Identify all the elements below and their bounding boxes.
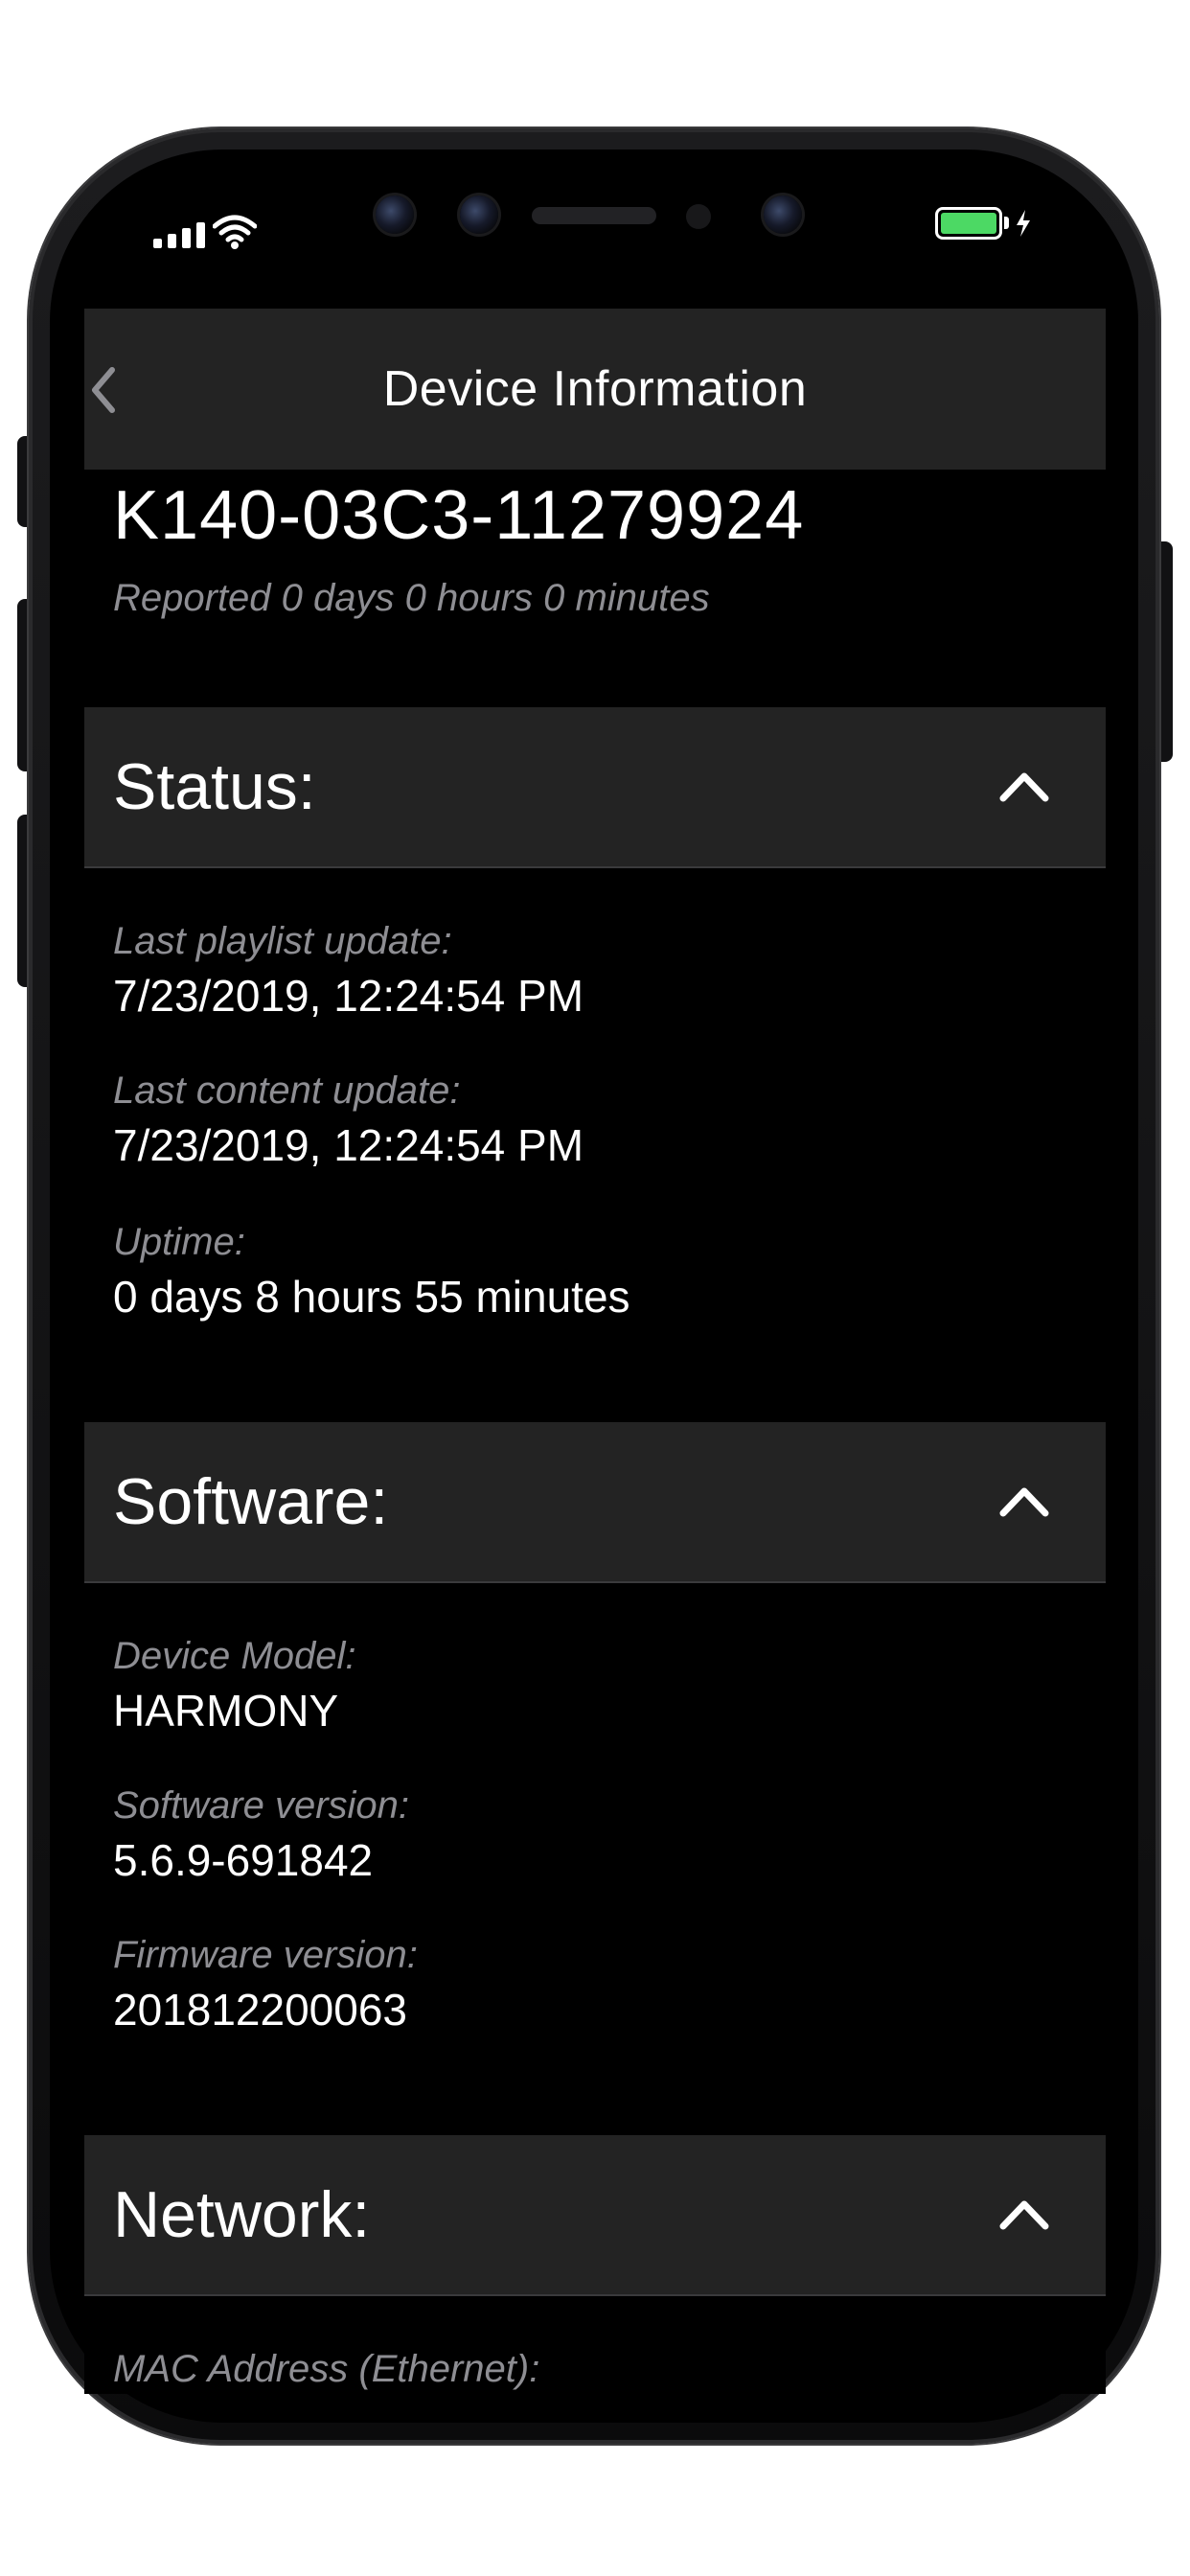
battery-terminal [1004, 217, 1009, 229]
battery-charging-icon [935, 207, 1002, 240]
chevron-up-icon [999, 772, 1049, 802]
field-label: MAC Address (Ethernet): [113, 2348, 540, 2390]
reported-status: Reported 0 days 0 hours 0 minutes [113, 577, 710, 619]
device-id: K140-03C3-11279924 [113, 477, 805, 554]
app-screen: Device Information K140-03C3-11279924 Re… [84, 309, 1106, 2394]
field-label: Uptime: [113, 1221, 245, 1263]
collapse-network-button[interactable] [991, 2181, 1058, 2248]
charging-bolt-icon [1017, 210, 1030, 237]
page-title: Device Information [382, 361, 808, 417]
sensor-lens [460, 196, 498, 234]
chevron-up-icon [999, 2200, 1049, 2230]
front-camera [764, 196, 802, 234]
chevron-up-icon [999, 1487, 1049, 1517]
section-title: Network: [113, 2178, 371, 2251]
field-value: 201812200063 [113, 1985, 407, 2035]
field-value: 7/23/2019, 12:24:54 PM [113, 1120, 584, 1170]
sensor-lens [376, 196, 414, 234]
collapse-software-button[interactable] [991, 1468, 1058, 1535]
field-value: 7/23/2019, 12:24:54 PM [113, 971, 584, 1021]
device-mockup-stage: Device Information K140-03C3-11279924 Re… [0, 0, 1190, 2576]
section-title: Software: [113, 1465, 389, 1538]
navigation-bar: Device Information [84, 309, 1106, 470]
earpiece-speaker [532, 207, 656, 224]
field-label: Software version: [113, 1784, 410, 1827]
proximity-sensor [686, 204, 711, 229]
field-label: Device Model: [113, 1635, 356, 1677]
collapse-status-button[interactable] [991, 753, 1058, 820]
status-bar [50, 150, 1138, 312]
software-section-header[interactable]: Software: [84, 1422, 1106, 1583]
field-value: 5.6.9-691842 [113, 1835, 374, 1885]
field-label: Last playlist update: [113, 920, 452, 962]
status-section-header[interactable]: Status: [84, 707, 1106, 868]
section-title: Status: [113, 750, 316, 823]
field-value: 0 days 8 hours 55 minutes [113, 1272, 630, 1322]
field-label: Last content update: [113, 1070, 461, 1112]
field-label: Firmware version: [113, 1934, 418, 1976]
field-value: HARMONY [113, 1686, 339, 1736]
network-section-header[interactable]: Network: [84, 2135, 1106, 2296]
